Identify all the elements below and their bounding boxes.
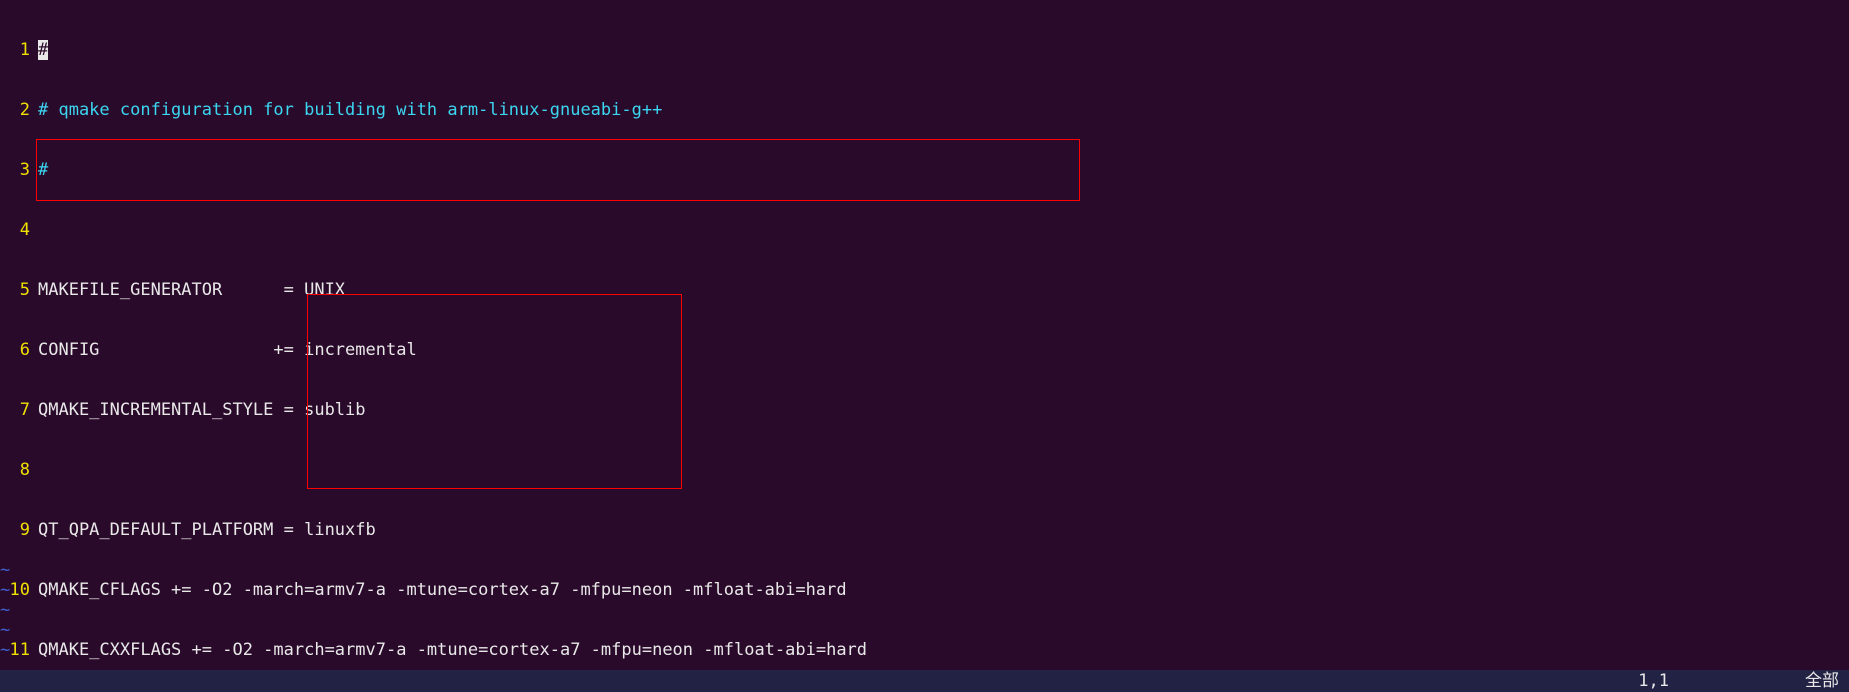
- line-number: 4: [0, 220, 30, 240]
- code-line: QMAKE_CFLAGS += -O2 -march=armv7-a -mtun…: [38, 580, 867, 600]
- text-editor[interactable]: 1 2 3 4 5 6 7 8 9 10 11 12 13 14 15 16 1…: [0, 0, 1849, 692]
- code-line: #: [38, 160, 867, 180]
- code-line: MAKEFILE_GENERATOR = UNIX: [38, 280, 867, 300]
- line-number: 5: [0, 280, 30, 300]
- view-mode: 全部: [1805, 671, 1839, 691]
- code-line: # qmake configuration for building with …: [38, 100, 867, 120]
- code-line: CONFIG += incremental: [38, 340, 867, 360]
- line-number: 9: [0, 520, 30, 540]
- line-number: 2: [0, 100, 30, 120]
- code-line: [38, 460, 867, 480]
- empty-line-tilde: ~: [0, 620, 10, 640]
- code-line: [38, 220, 867, 240]
- empty-line-tilde: ~: [0, 600, 10, 620]
- code-line: QMAKE_INCREMENTAL_STYLE = sublib: [38, 400, 867, 420]
- status-bar: 1,1 全部: [0, 670, 1849, 692]
- cursor: #: [38, 40, 48, 60]
- cursor-position: 1,1: [1638, 671, 1669, 691]
- empty-line-tilde: ~: [0, 560, 10, 580]
- line-number: 3: [0, 160, 30, 180]
- code-line: QT_QPA_DEFAULT_PLATFORM = linuxfb: [38, 520, 867, 540]
- code-line: QMAKE_CXXFLAGS += -O2 -march=armv7-a -mt…: [38, 640, 867, 660]
- empty-line-tilde: ~: [0, 580, 10, 600]
- line-number: 1: [0, 40, 30, 60]
- line-number: 8: [0, 460, 30, 480]
- line-number: 7: [0, 400, 30, 420]
- code-area[interactable]: # # qmake configuration for building wit…: [38, 0, 867, 692]
- line-number: 6: [0, 340, 30, 360]
- empty-line-tilde: ~: [0, 640, 10, 660]
